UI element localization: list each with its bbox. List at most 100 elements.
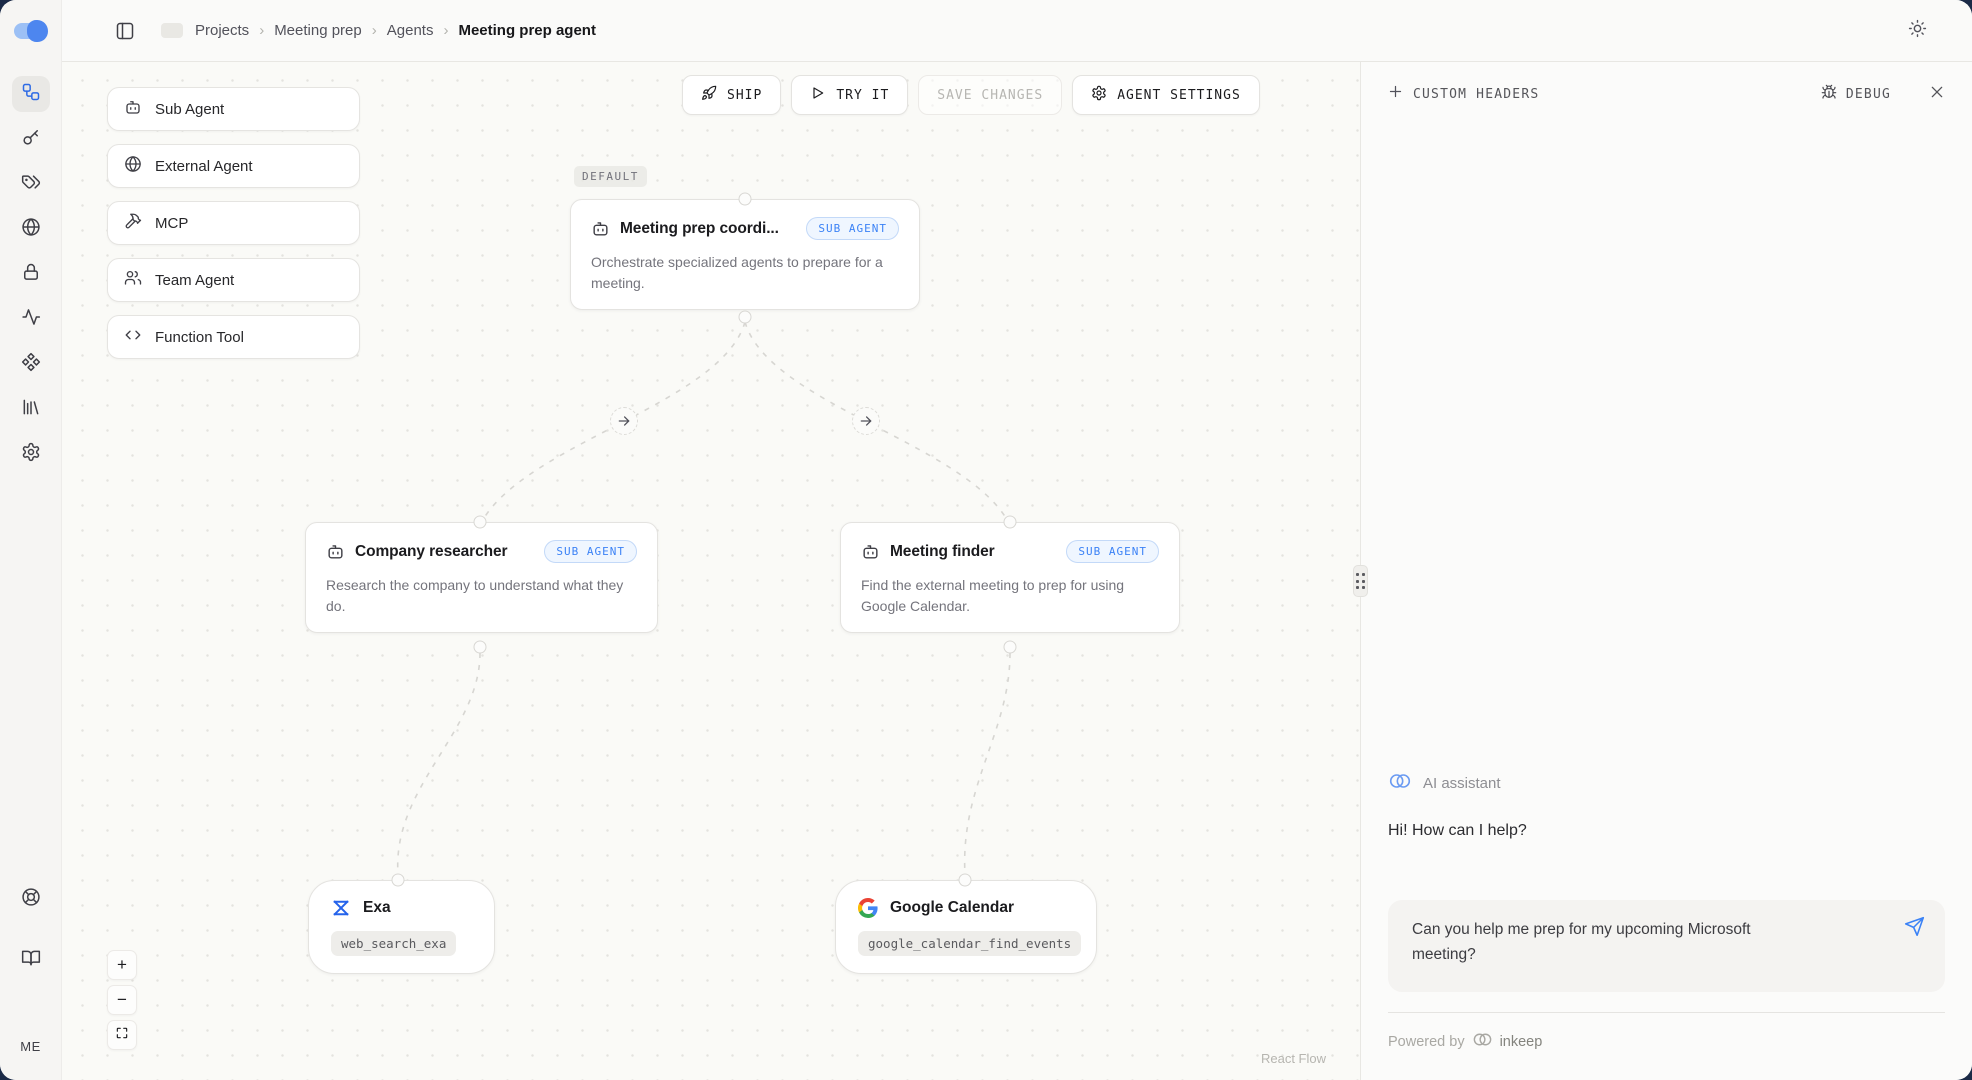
tool-name-tag: web_search_exa (331, 931, 456, 956)
nav-graph-button[interactable] (12, 76, 50, 112)
handle-coordinator-top[interactable] (739, 193, 752, 206)
exa-logo-icon (331, 898, 351, 918)
user-avatar[interactable]: ME (20, 1039, 41, 1054)
chat-divider (1388, 1012, 1945, 1013)
play-icon (810, 85, 826, 105)
powered-by[interactable]: Powered by inkeep (1388, 1029, 1945, 1054)
life-buoy-icon (21, 887, 41, 912)
palette-label: Team Agent (155, 272, 234, 289)
debug-button[interactable]: DEBUG (1821, 84, 1891, 105)
zoom-controls: + − (107, 950, 137, 1050)
docs-button[interactable] (12, 942, 50, 978)
custom-headers-label: CUSTOM HEADERS (1413, 87, 1539, 102)
chat-area: AI assistant Hi! How can I help? Can you… (1361, 769, 1972, 1080)
code-icon (124, 326, 142, 348)
inkeep-logo[interactable] (0, 0, 61, 62)
sub-agent-badge: SUB AGENT (544, 540, 637, 563)
logo-icon (14, 20, 48, 42)
breadcrumb: Projects › Meeting prep › Agents › Meeti… (195, 22, 596, 39)
plus-icon (1388, 84, 1403, 104)
node-google-calendar-tool[interactable]: Google Calendar google_calendar_find_eve… (835, 880, 1097, 974)
bot-icon (861, 542, 880, 561)
breadcrumb-project[interactable]: Meeting prep (274, 22, 362, 39)
top-header: Projects › Meeting prep › Agents › Meeti… (62, 0, 1972, 62)
assistant-message: Hi! How can I help? (1388, 822, 1945, 840)
bot-icon (326, 542, 345, 561)
gear-icon (21, 442, 41, 467)
custom-headers-button[interactable]: CUSTOM HEADERS (1388, 84, 1539, 104)
palette-label: MCP (155, 215, 188, 232)
edge-meeting-finder-google-calendar (965, 653, 1010, 874)
chevron-right-icon: › (259, 22, 264, 39)
handle-google-calendar-top[interactable] (959, 874, 972, 887)
breadcrumb-projects[interactable]: Projects (195, 22, 249, 39)
handle-company-researcher-top[interactable] (474, 516, 487, 529)
try-it-button[interactable]: TRY IT (791, 75, 908, 115)
handle-company-researcher-bottom[interactable] (474, 641, 487, 654)
chat-input-value[interactable]: Can you help me prep for my upcoming Mic… (1412, 917, 1792, 968)
powered-by-label: Powered by (1388, 1034, 1465, 1050)
users-icon (124, 269, 142, 291)
palette-mcp[interactable]: MCP (107, 201, 360, 245)
inkeep-avatar-icon (1388, 769, 1412, 798)
close-panel-button[interactable] (1929, 84, 1945, 105)
ship-button[interactable]: SHIP (682, 75, 781, 115)
chat-input[interactable]: Can you help me prep for my upcoming Mic… (1388, 900, 1945, 992)
rail-nav (12, 76, 50, 472)
node-coordinator[interactable]: Meeting prep coordi... SUB AGENT Orchest… (570, 199, 920, 310)
inkeep-logo-icon (1472, 1029, 1493, 1054)
panel-header: CUSTOM HEADERS DEBUG (1361, 62, 1972, 126)
palette-external-agent[interactable]: External Agent (107, 144, 360, 188)
nav-external-button[interactable] (12, 211, 50, 247)
handle-coordinator-bottom[interactable] (739, 311, 752, 324)
zoom-out-button[interactable]: − (107, 985, 137, 1015)
handle-meeting-finder-top[interactable] (1004, 516, 1017, 529)
fit-view-button[interactable] (107, 1020, 137, 1050)
node-company-researcher[interactable]: Company researcher SUB AGENT Research th… (305, 522, 658, 633)
palette-label: Function Tool (155, 329, 244, 346)
help-button[interactable] (12, 881, 50, 917)
close-icon (1929, 84, 1945, 105)
handle-meeting-finder-bottom[interactable] (1004, 641, 1017, 654)
rail-bottom: ME (12, 881, 50, 1080)
nav-library-button[interactable] (12, 391, 50, 427)
node-title: Meeting finder (890, 543, 995, 561)
agent-settings-button[interactable]: AGENT SETTINGS (1072, 75, 1260, 115)
ship-label: SHIP (727, 88, 762, 103)
zoom-in-button[interactable]: + (107, 950, 137, 980)
nav-tags-button[interactable] (12, 166, 50, 202)
tool-title: Exa (363, 899, 391, 917)
bot-icon (124, 98, 142, 120)
chevron-right-icon: › (443, 22, 448, 39)
component-icon (21, 352, 41, 377)
react-flow-attribution[interactable]: React Flow (1261, 1051, 1326, 1066)
assistant-header: AI assistant (1388, 769, 1945, 798)
nav-credentials-button[interactable] (12, 121, 50, 157)
assistant-label: AI assistant (1423, 775, 1501, 792)
edge-company-researcher-exa (398, 653, 480, 874)
flow-canvas[interactable]: Sub Agent External Agent MCP Team Agent (62, 62, 1360, 1080)
save-changes-label: SAVE CHANGES (937, 88, 1043, 103)
key-icon (21, 127, 41, 152)
theme-toggle-button[interactable] (1908, 19, 1927, 43)
lock-icon (21, 262, 41, 287)
palette-sub-agent[interactable]: Sub Agent (107, 87, 360, 131)
breadcrumb-agents[interactable]: Agents (387, 22, 434, 39)
nav-security-button[interactable] (12, 256, 50, 292)
node-exa-tool[interactable]: Exa web_search_exa (308, 880, 495, 974)
nav-components-button[interactable] (12, 346, 50, 382)
chevron-right-icon: › (372, 22, 377, 39)
nav-settings-button[interactable] (12, 436, 50, 472)
panel-resize-handle[interactable] (1353, 565, 1368, 597)
canvas-toolbar: SHIP TRY IT SAVE CHANGES AGENT SETTINGS (682, 75, 1260, 115)
sidebar-toggle-button[interactable] (115, 21, 135, 41)
node-meeting-finder[interactable]: Meeting finder SUB AGENT Find the extern… (840, 522, 1180, 633)
send-button[interactable] (1904, 916, 1925, 942)
save-changes-button[interactable]: SAVE CHANGES (918, 75, 1062, 115)
handle-exa-top[interactable] (392, 874, 405, 887)
book-open-icon (21, 948, 41, 973)
nav-activity-button[interactable] (12, 301, 50, 337)
palette-function-tool[interactable]: Function Tool (107, 315, 360, 359)
palette-team-agent[interactable]: Team Agent (107, 258, 360, 302)
tool-name-tag: google_calendar_find_events (858, 931, 1081, 956)
